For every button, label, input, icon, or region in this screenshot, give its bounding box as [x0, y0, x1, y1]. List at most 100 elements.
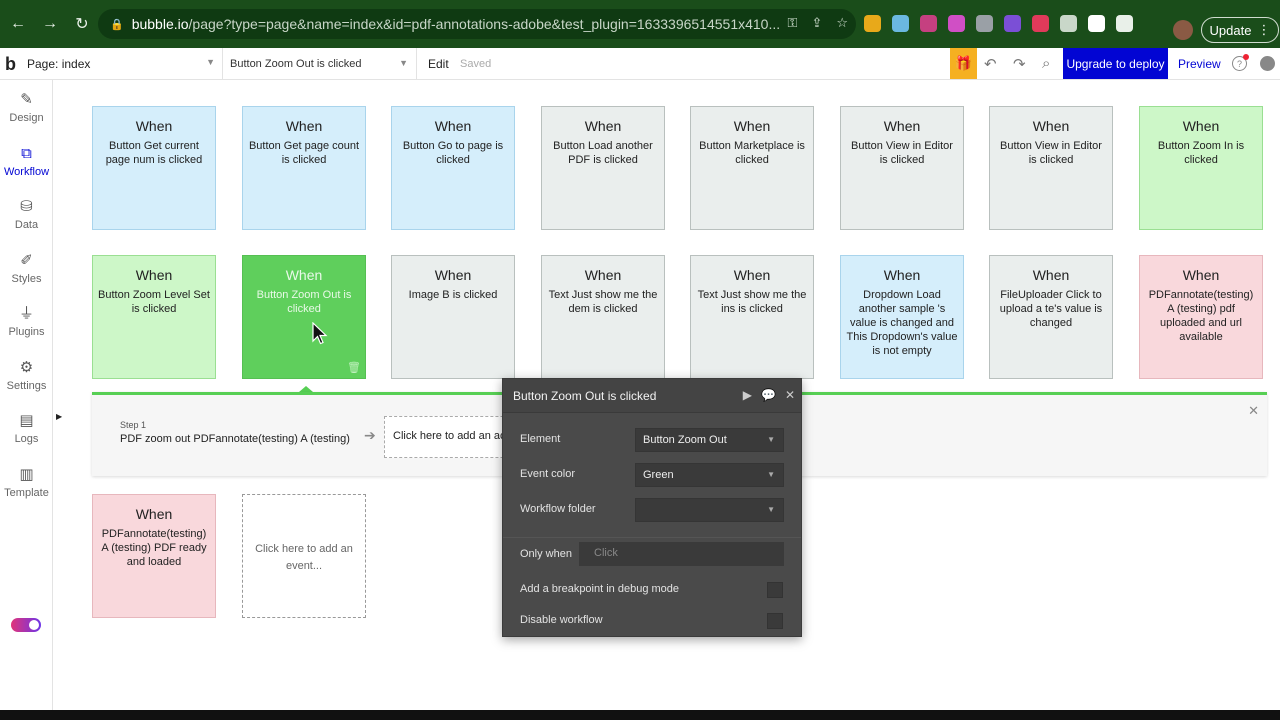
- extension-icon[interactable]: [948, 15, 965, 32]
- extension-icon[interactable]: [976, 15, 993, 32]
- settings-icon: ⚙: [19, 359, 34, 376]
- event-when: When: [733, 118, 771, 134]
- sidepanel-icon[interactable]: [1116, 15, 1133, 32]
- event-when: When: [883, 118, 921, 134]
- extension-icon[interactable]: [920, 15, 937, 32]
- preview-button[interactable]: Preview: [1178, 57, 1221, 71]
- close-icon[interactable]: ✕: [785, 388, 795, 402]
- puzzle-icon[interactable]: [1088, 15, 1105, 32]
- event-when: When: [285, 118, 323, 134]
- comment-icon[interactable]: 💬: [761, 388, 776, 402]
- event-color-label: Event color: [520, 468, 576, 480]
- extension-icon[interactable]: [1032, 15, 1049, 32]
- search-icon[interactable]: ⌕: [1042, 55, 1050, 72]
- sidebar-item-design[interactable]: ✎ Design: [0, 90, 53, 124]
- edit-menu[interactable]: Edit: [428, 57, 449, 71]
- sidebar-item-styles[interactable]: ✐ Styles: [0, 251, 53, 285]
- sidebar-item-label: Design: [9, 112, 44, 124]
- account-icon[interactable]: [1260, 56, 1275, 71]
- address-bar[interactable]: 🔒 bubble.io/page?type=page&name=index&id…: [98, 9, 856, 39]
- event-card[interactable]: When Button Load another PDF is clicked: [541, 106, 665, 230]
- sidebar-item-settings[interactable]: ⚙ Settings: [0, 358, 53, 392]
- event-when: When: [1182, 267, 1220, 283]
- star-icon[interactable]: ☆: [836, 15, 848, 31]
- browser-toolbar: ← → ↻ 🔒 bubble.io/page?type=page&name=in…: [0, 0, 1280, 48]
- data-icon: ⛁: [20, 198, 33, 215]
- help-icon[interactable]: ?: [1232, 54, 1249, 71]
- extension-icon[interactable]: [1060, 15, 1077, 32]
- back-icon[interactable]: ←: [4, 10, 32, 38]
- step-action[interactable]: PDF zoom out PDFannotate(testing) A (tes…: [120, 433, 350, 445]
- workflow-folder-dropdown[interactable]: ▼: [635, 498, 784, 522]
- update-button[interactable]: Update ⋮: [1201, 17, 1279, 43]
- extension-icon[interactable]: [1004, 15, 1021, 32]
- sidebar-item-label: Template: [4, 487, 49, 499]
- sidebar-item-template[interactable]: ▥ Template: [0, 465, 53, 499]
- event-card[interactable]: When Text Just show me the ins is clicked: [690, 255, 814, 379]
- plugins-icon: ⏚: [18, 305, 34, 322]
- event-label: Button Zoom Out is clicked: [230, 58, 362, 70]
- gift-icon[interactable]: 🎁: [950, 48, 977, 79]
- bubble-logo[interactable]: b: [5, 54, 16, 75]
- event-card[interactable]: When Button Zoom Level Set is clicked: [92, 255, 216, 379]
- key-icon[interactable]: ⚿: [788, 15, 798, 31]
- save-status: Saved: [460, 58, 492, 70]
- sidebar-item-label: Plugins: [8, 326, 45, 338]
- editor-topbar: b Page: index ▼ Button Zoom Out is click…: [0, 48, 1280, 80]
- event-dropdown[interactable]: Button Zoom Out is clicked ▼: [230, 58, 410, 70]
- event-card[interactable]: When Button Marketplace is clicked: [690, 106, 814, 230]
- editor-sidebar: ✎ Design ⧉ Workflow ⛁ Data ✐ Styles ⏚ Pl…: [0, 80, 53, 710]
- design-icon: ✎: [20, 91, 33, 108]
- forward-icon[interactable]: →: [36, 10, 64, 38]
- url-host: bubble.io: [131, 16, 189, 32]
- upgrade-button[interactable]: Upgrade to deploy: [1063, 48, 1168, 79]
- expand-arrow-icon[interactable]: ▶: [56, 412, 62, 421]
- event-card-selected[interactable]: When Button Zoom Out is clicked 🗑: [242, 255, 366, 379]
- redo-icon[interactable]: ↷: [1013, 55, 1026, 73]
- step-number: Step 1: [120, 420, 147, 430]
- event-card[interactable]: When Text Just show me the dem is clicked: [541, 255, 665, 379]
- feature-toggle[interactable]: [11, 618, 41, 632]
- event-description: Text Just show me the ins is clicked: [697, 289, 807, 315]
- element-dropdown[interactable]: Button Zoom Out ▼: [635, 428, 784, 452]
- add-event-button[interactable]: Click here to add an event...: [242, 494, 366, 618]
- event-card[interactable]: When Button View in Editor is clicked: [989, 106, 1113, 230]
- event-card[interactable]: When PDFannotate(testing) A (testing) PDF…: [92, 494, 216, 618]
- event-card[interactable]: When Dropdown Load another sample 's valu…: [840, 255, 964, 379]
- sidebar-item-logs[interactable]: ▤ Logs: [0, 411, 53, 445]
- only-when-input[interactable]: Click: [579, 542, 784, 566]
- event-card[interactable]: When Image B is clicked: [391, 255, 515, 379]
- sidebar-item-plugins[interactable]: ⏚ Plugins: [0, 304, 53, 338]
- event-description: Image B is clicked: [408, 289, 498, 301]
- popup-header[interactable]: Button Zoom Out is clicked ▶ 💬 ✕: [503, 379, 801, 413]
- extension-icon[interactable]: [892, 15, 909, 32]
- event-card[interactable]: When PDFannotate(testing) A (testing) pdf…: [1139, 255, 1263, 379]
- play-icon[interactable]: ▶: [743, 388, 752, 402]
- breakpoint-checkbox[interactable]: [767, 582, 783, 598]
- undo-icon[interactable]: ↶: [984, 55, 997, 73]
- url-path: /page?type=page&name=index&id=pdf-annota…: [188, 16, 781, 32]
- trash-icon[interactable]: 🗑: [347, 361, 361, 374]
- event-when: When: [434, 118, 472, 134]
- extension-icon[interactable]: [864, 15, 881, 32]
- sidebar-item-workflow[interactable]: ⧉ Workflow: [0, 144, 53, 178]
- event-color-dropdown[interactable]: Green ▼: [635, 463, 784, 487]
- share-icon[interactable]: ⇪: [811, 15, 822, 31]
- event-description: PDFannotate(testing) A (testing) pdf upl…: [1148, 289, 1254, 343]
- event-card[interactable]: When FileUploader Click to upload a te's …: [989, 255, 1113, 379]
- sidebar-item-data[interactable]: ⛁ Data: [0, 197, 53, 231]
- event-property-editor: Button Zoom Out is clicked ▶ 💬 ✕ Element…: [502, 378, 802, 637]
- styles-icon: ✐: [20, 252, 33, 269]
- extensions-bar: [864, 15, 1133, 32]
- page-dropdown[interactable]: Page: index ▼: [27, 57, 217, 71]
- event-card[interactable]: When Button Get page count is clicked: [242, 106, 366, 230]
- event-card[interactable]: When Button Zoom In is clicked: [1139, 106, 1263, 230]
- event-card[interactable]: When Button Go to page is clicked: [391, 106, 515, 230]
- avatar[interactable]: [1173, 20, 1193, 40]
- event-card[interactable]: When Button View in Editor is clicked: [840, 106, 964, 230]
- close-icon[interactable]: ✕: [1248, 403, 1259, 419]
- event-card[interactable]: When Button Get current page num is click…: [92, 106, 216, 230]
- notification-dot: [1243, 54, 1249, 60]
- reload-icon[interactable]: ↻: [68, 10, 96, 38]
- disable-workflow-checkbox[interactable]: [767, 613, 783, 629]
